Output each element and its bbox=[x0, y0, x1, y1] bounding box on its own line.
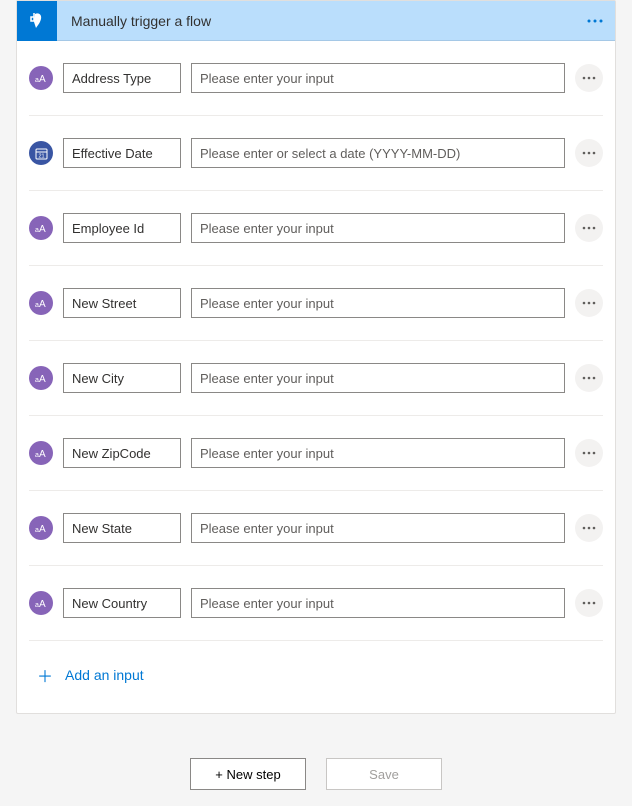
save-button[interactable]: Save bbox=[326, 758, 442, 790]
text-type-icon: aA bbox=[29, 66, 53, 90]
field-name-input[interactable] bbox=[63, 63, 181, 93]
field-more-button[interactable] bbox=[575, 64, 603, 92]
field-more-button[interactable] bbox=[575, 139, 603, 167]
plus-icon: ＋ bbox=[37, 663, 53, 687]
add-input-label: Add an input bbox=[65, 667, 144, 683]
input-row: aA bbox=[29, 41, 603, 116]
svg-text:A: A bbox=[39, 449, 46, 459]
field-value-input[interactable] bbox=[191, 63, 565, 93]
more-horizontal-icon bbox=[587, 19, 603, 23]
more-horizontal-icon bbox=[582, 301, 596, 305]
field-name-input[interactable] bbox=[63, 363, 181, 393]
card-more-button[interactable] bbox=[575, 1, 615, 41]
field-more-button[interactable] bbox=[575, 439, 603, 467]
text-type-icon: aA bbox=[29, 591, 53, 615]
field-more-button[interactable] bbox=[575, 289, 603, 317]
svg-text:A: A bbox=[39, 299, 46, 309]
input-row: aA bbox=[29, 191, 603, 266]
field-name-input[interactable] bbox=[63, 588, 181, 618]
svg-text:A: A bbox=[39, 524, 46, 534]
more-horizontal-icon bbox=[582, 451, 596, 455]
field-value-input[interactable] bbox=[191, 288, 565, 318]
field-name-input[interactable] bbox=[63, 288, 181, 318]
field-value-input[interactable] bbox=[191, 438, 565, 468]
date-type-icon: 21 bbox=[29, 141, 53, 165]
input-row: aA bbox=[29, 341, 603, 416]
trigger-icon bbox=[17, 1, 57, 41]
input-row: aA bbox=[29, 491, 603, 566]
field-value-input[interactable] bbox=[191, 213, 565, 243]
input-row: aA bbox=[29, 566, 603, 641]
text-type-icon: aA bbox=[29, 216, 53, 240]
svg-text:A: A bbox=[39, 374, 46, 384]
field-name-input[interactable] bbox=[63, 138, 181, 168]
new-step-button[interactable]: + New step bbox=[190, 758, 306, 790]
flow-trigger-card: Manually trigger a flow aA 21 bbox=[16, 0, 616, 714]
field-value-input[interactable] bbox=[191, 588, 565, 618]
footer-actions: + New step Save bbox=[0, 758, 632, 790]
more-horizontal-icon bbox=[582, 601, 596, 605]
svg-text:A: A bbox=[39, 599, 46, 609]
more-horizontal-icon bbox=[582, 526, 596, 530]
field-name-input[interactable] bbox=[63, 513, 181, 543]
input-row: 21 bbox=[29, 116, 603, 191]
more-horizontal-icon bbox=[582, 226, 596, 230]
text-type-icon: aA bbox=[29, 441, 53, 465]
more-horizontal-icon bbox=[582, 151, 596, 155]
field-more-button[interactable] bbox=[575, 214, 603, 242]
field-more-button[interactable] bbox=[575, 364, 603, 392]
text-type-icon: aA bbox=[29, 366, 53, 390]
field-value-input[interactable] bbox=[191, 513, 565, 543]
add-input-button[interactable]: ＋ Add an input bbox=[29, 641, 603, 713]
more-horizontal-icon bbox=[582, 76, 596, 80]
field-more-button[interactable] bbox=[575, 589, 603, 617]
card-header[interactable]: Manually trigger a flow bbox=[17, 1, 615, 41]
svg-text:21: 21 bbox=[38, 153, 44, 159]
more-horizontal-icon bbox=[582, 376, 596, 380]
input-row: aA bbox=[29, 266, 603, 341]
field-value-input[interactable] bbox=[191, 138, 565, 168]
text-type-icon: aA bbox=[29, 291, 53, 315]
field-value-input[interactable] bbox=[191, 363, 565, 393]
card-body: aA 21 aA bbox=[17, 41, 615, 713]
input-row: aA bbox=[29, 416, 603, 491]
field-name-input[interactable] bbox=[63, 438, 181, 468]
text-type-icon: aA bbox=[29, 516, 53, 540]
field-more-button[interactable] bbox=[575, 514, 603, 542]
svg-text:A: A bbox=[39, 74, 46, 84]
svg-text:A: A bbox=[39, 224, 46, 234]
card-title: Manually trigger a flow bbox=[57, 13, 575, 29]
field-name-input[interactable] bbox=[63, 213, 181, 243]
